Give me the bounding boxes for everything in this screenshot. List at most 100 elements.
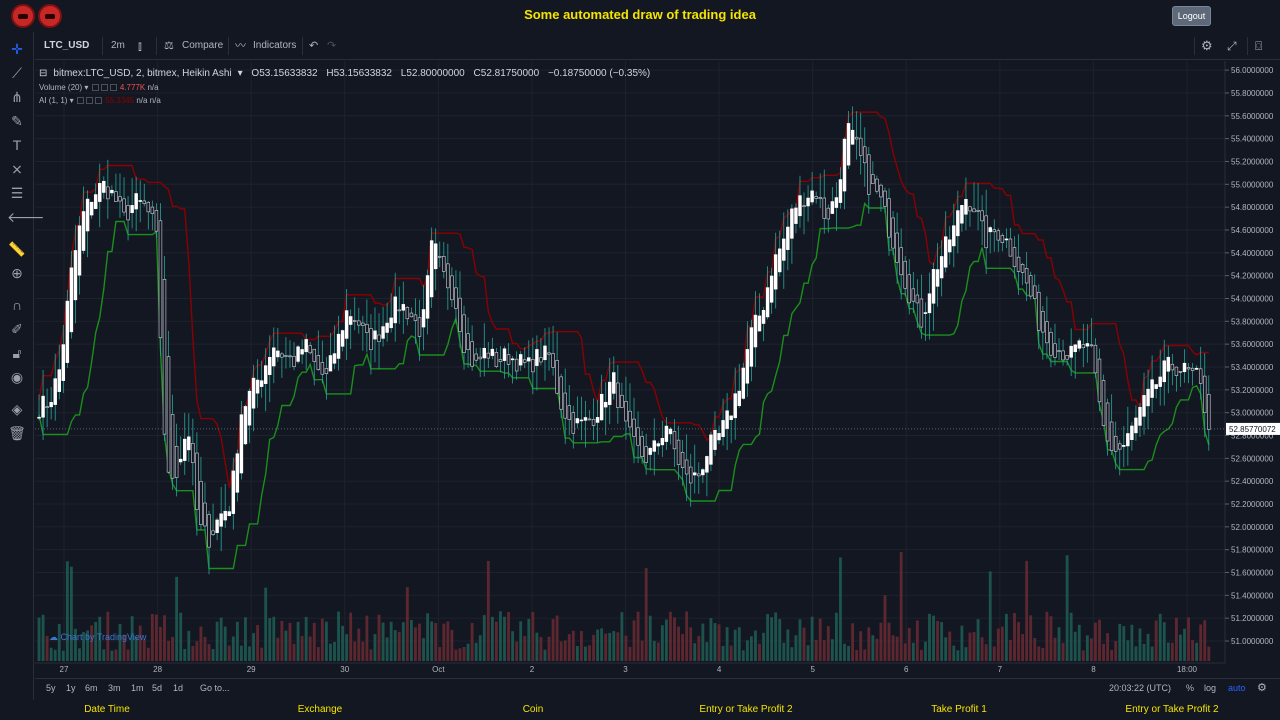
redo-icon[interactable]: ↷ [327, 32, 336, 60]
candle-body [713, 430, 717, 450]
volume-bar [1029, 615, 1033, 661]
candle-body [620, 394, 624, 408]
pitchfork-icon[interactable]: ⋔ [7, 87, 27, 107]
candle-body [506, 354, 511, 365]
volume-bar [1154, 620, 1158, 661]
range-1m[interactable]: 1m [131, 683, 144, 693]
scale-settings-gear-icon[interactable]: ⚙ [1257, 681, 1267, 694]
goto-button[interactable]: Go to... [200, 683, 230, 693]
eye-toggle-icon[interactable] [91, 84, 99, 92]
prediction-icon[interactable]: ☰ [7, 183, 27, 203]
volume-bar [187, 630, 191, 661]
candle-body [741, 367, 746, 399]
range-5y[interactable]: 5y [46, 683, 56, 693]
ai-legend-label[interactable]: AI (1, 1) [39, 96, 67, 105]
range-1y[interactable]: 1y [66, 683, 76, 693]
volume-bar [1199, 624, 1203, 661]
candle-body [348, 316, 353, 325]
candle-body [1033, 285, 1037, 299]
candle-body [879, 184, 883, 198]
arrow-left-icon[interactable]: 🡐 [7, 207, 45, 227]
candle-body [834, 197, 839, 208]
volume-bar [337, 611, 340, 661]
interval-button[interactable]: 2m [111, 32, 125, 60]
percent-toggle[interactable]: % [1186, 683, 1194, 693]
settings-toggle-icon[interactable] [85, 97, 93, 105]
log-toggle[interactable]: log [1204, 683, 1216, 693]
footer-legend: Date Time Exchange Coin Entry or Take Pr… [0, 700, 1280, 720]
price-chart[interactable]: 56.0000000 55.8000000 55.6000000 55.4000000… [35, 61, 1280, 678]
volume-bar [1162, 622, 1166, 661]
volume-bar [324, 621, 328, 661]
clock-display[interactable]: 20:03:22 (UTC) [1109, 683, 1171, 693]
remove-study-icon[interactable] [109, 84, 117, 92]
pattern-icon[interactable]: ⨯ [7, 159, 27, 179]
zoom-in-icon[interactable]: ⊕ [7, 263, 27, 283]
symbol-search[interactable]: LTC_USD [44, 32, 89, 60]
volume-bar [373, 634, 377, 661]
volume-bar [770, 617, 774, 661]
compare-button[interactable]: Compare [182, 32, 223, 60]
candle-body [778, 248, 782, 273]
tradingview-watermark[interactable]: ☁ Chart by TradingView [49, 632, 146, 643]
candle-body [960, 205, 964, 224]
volume-bar [1114, 641, 1118, 661]
candle-body [361, 322, 365, 326]
eye-icon[interactable]: ◉ [7, 367, 27, 387]
candle-body [931, 269, 936, 304]
footer-coin: Coin [522, 704, 544, 715]
volume-bar [928, 613, 931, 661]
volume-bar [389, 621, 393, 661]
chart-style-icon[interactable]: ⫾ [138, 32, 142, 60]
range-5d[interactable]: 5d [152, 683, 162, 693]
chart-area[interactable]: 56.0000000 55.8000000 55.6000000 55.4000000… [35, 61, 1280, 678]
legend-collapse-icon[interactable]: ⊟ [39, 68, 47, 79]
range-1d[interactable]: 1d [173, 683, 183, 693]
legend-series-title[interactable]: bitmex:LTC_USD, 2, bitmex, Heikin Ashi [53, 68, 231, 79]
settings-toggle-icon[interactable] [100, 84, 108, 92]
candle-body [802, 205, 806, 208]
ruler-icon[interactable]: 📏 [7, 239, 27, 259]
brush-icon[interactable]: ✎ [7, 111, 27, 131]
camera-icon[interactable]: ⌼ [1255, 32, 1262, 60]
volume-bar [1085, 635, 1089, 661]
undo-icon[interactable]: ↶ [309, 32, 318, 60]
trend-line-icon[interactable]: ⟋ [7, 63, 27, 83]
indicators-button[interactable]: Indicators [253, 32, 296, 60]
text-icon[interactable]: T [7, 135, 27, 155]
legend-menu-icon[interactable]: ▾ [238, 68, 243, 79]
candle-body [142, 200, 146, 204]
logout-button[interactable]: Logout [1172, 6, 1211, 26]
auto-toggle[interactable]: auto [1228, 683, 1246, 693]
eye-toggle-icon[interactable] [76, 97, 84, 105]
candle-body [215, 519, 219, 533]
crosshair-icon[interactable]: ✛ [7, 39, 27, 59]
candle-body [401, 304, 406, 311]
trash-icon[interactable]: 🗑︎ [7, 423, 27, 443]
volume-bar [288, 622, 292, 661]
remove-study-icon[interactable] [94, 97, 102, 105]
magnet-icon[interactable]: ∩ [7, 295, 27, 315]
fullscreen-icon[interactable]: ⤢ [1227, 32, 1237, 60]
candle-body [567, 405, 571, 420]
candle-body [814, 196, 818, 199]
volume-bar [855, 650, 859, 661]
candle-body [948, 239, 952, 253]
volume-bar [786, 629, 790, 661]
settings-gear-icon[interactable]: ⚙ [1201, 32, 1213, 60]
range-3m[interactable]: 3m [108, 683, 121, 693]
candle-body [907, 274, 911, 304]
lock-drawing-icon[interactable]: ✐ [7, 319, 27, 339]
range-6m[interactable]: 6m [85, 683, 98, 693]
candle-body [223, 510, 227, 521]
volume-legend-label[interactable]: Volume (20) [39, 83, 82, 92]
volume-bar [681, 634, 685, 661]
toolbar-divider [1247, 37, 1248, 55]
volume-bar [499, 611, 502, 661]
indicators-icon: 〰 [235, 40, 246, 52]
toolbar-divider [1194, 37, 1195, 55]
candle-body [393, 296, 397, 324]
layers-icon[interactable]: ◈ [7, 399, 27, 419]
y-tick-label: 52.2000000 [1231, 500, 1274, 509]
lock-icon[interactable]: 🔓︎ [7, 343, 27, 363]
